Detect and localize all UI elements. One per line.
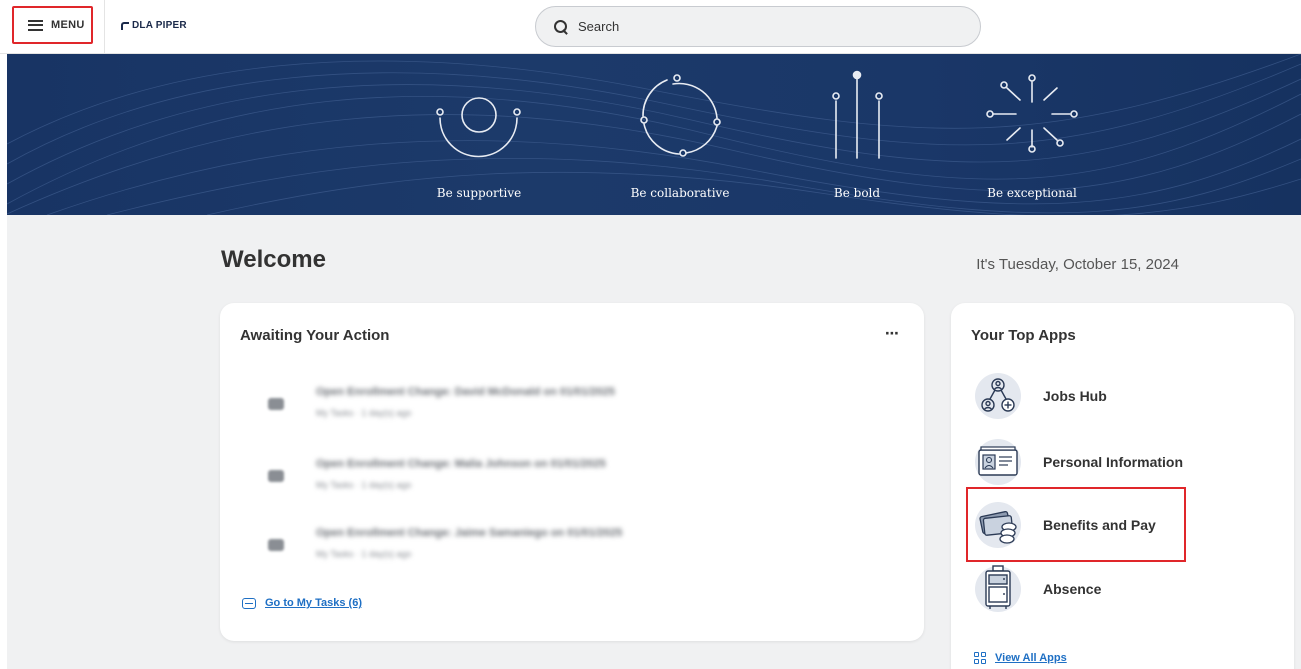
view-all-apps-label: View All Apps (995, 652, 1067, 664)
app-personal-information[interactable]: Personal Information (973, 434, 1193, 490)
task-item[interactable]: Open Enrollment Change: Malia Johnson on… (254, 458, 874, 508)
app-label: Jobs Hub (1043, 388, 1107, 404)
company-logo[interactable]: DLA PIPER (121, 20, 187, 31)
value-be-bold: Be bold (833, 186, 881, 200)
inbox-icon (268, 398, 284, 410)
value-be-supportive: Be supportive (436, 186, 522, 200)
app-jobs-hub[interactable]: Jobs Hub (973, 368, 1193, 424)
jobs-hub-icon (973, 371, 1023, 421)
header-divider (104, 0, 105, 54)
task-item[interactable]: Open Enrollment Change: Jaime Samaniego … (254, 527, 874, 577)
inbox-icon (242, 597, 256, 609)
top-apps-title: Your Top Apps (971, 327, 1076, 344)
current-date: It's Tuesday, October 15, 2024 (976, 256, 1179, 273)
go-to-tasks-label: Go to My Tasks (6) (265, 597, 362, 609)
value-be-collaborative: Be collaborative (630, 186, 730, 200)
task-subtitle: My Tasks · 1 day(s) ago (316, 549, 412, 559)
app-label: Benefits and Pay (1043, 517, 1156, 533)
task-subtitle: My Tasks · 1 day(s) ago (316, 480, 412, 490)
grid-icon (974, 652, 986, 664)
values-banner: Be supportive Be collaborative Be bold B… (7, 54, 1301, 215)
suitcase-icon (973, 564, 1023, 614)
inbox-icon (268, 470, 284, 482)
page-title: Welcome (221, 246, 326, 273)
top-bar: MENU DLA PIPER (0, 0, 1301, 54)
awaiting-card-title: Awaiting Your Action (240, 327, 390, 344)
logo-text: DLA PIPER (132, 20, 187, 31)
search-icon (554, 19, 568, 34)
task-title: Open Enrollment Change: David McDonald o… (316, 386, 615, 398)
id-card-icon (973, 437, 1023, 487)
app-label: Absence (1043, 581, 1102, 597)
task-item[interactable]: Open Enrollment Change: David McDonald o… (254, 386, 874, 436)
awaiting-action-card: Awaiting Your Action ⋯ Open Enrollment C… (220, 303, 924, 641)
search-input[interactable] (578, 19, 958, 34)
menu-label: MENU (51, 19, 85, 31)
value-be-exceptional: Be exceptional (987, 186, 1077, 200)
search-bar[interactable] (535, 6, 981, 47)
menu-button[interactable]: MENU (12, 6, 93, 44)
money-icon (973, 500, 1023, 550)
logo-mark-icon (121, 21, 129, 30)
task-subtitle: My Tasks · 1 day(s) ago (316, 408, 412, 418)
view-all-apps-link[interactable]: View All Apps (974, 652, 1067, 664)
task-title: Open Enrollment Change: Malia Johnson on… (316, 458, 606, 470)
hamburger-icon (28, 19, 43, 31)
app-absence[interactable]: Absence (973, 561, 1193, 617)
app-label: Personal Information (1043, 454, 1184, 470)
inbox-icon (268, 539, 284, 551)
more-options-icon[interactable]: ⋯ (885, 325, 900, 342)
task-title: Open Enrollment Change: Jaime Samaniego … (316, 527, 623, 539)
app-benefits-and-pay[interactable]: Benefits and Pay (973, 497, 1193, 553)
go-to-my-tasks-link[interactable]: Go to My Tasks (6) (242, 597, 362, 609)
top-apps-card: Your Top Apps Jobs Hub Personal Informat… (951, 303, 1294, 669)
